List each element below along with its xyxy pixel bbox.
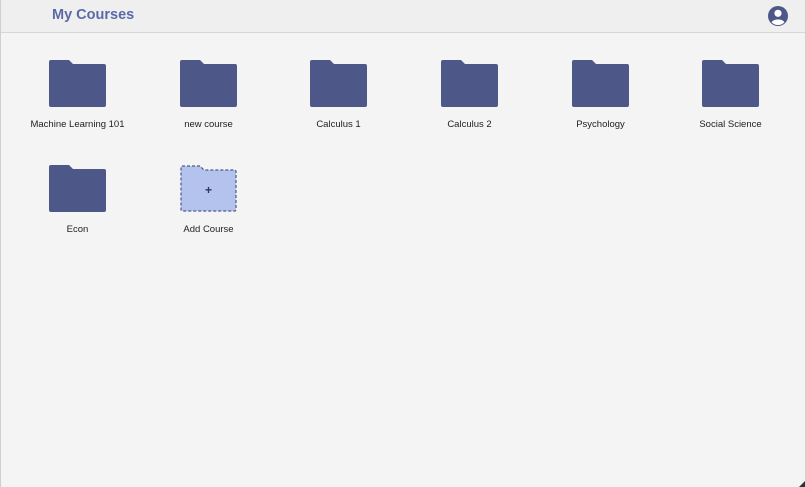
folder-icon <box>49 165 106 212</box>
header-bar: My Courses <box>1 0 805 33</box>
course-card-machine-learning-101[interactable]: Machine Learning 101 <box>16 51 139 143</box>
course-label: Machine Learning 101 <box>30 119 125 130</box>
folder-icon <box>310 60 367 107</box>
course-label: Calculus 2 <box>447 119 492 130</box>
folder-icon <box>702 60 759 107</box>
folder-icon <box>180 60 237 107</box>
page-title: My Courses <box>52 7 135 23</box>
folder-icon <box>441 60 498 107</box>
course-card-calculus-2[interactable]: Calculus 2 <box>408 51 531 143</box>
add-course-button[interactable]: + Add Course <box>147 156 270 248</box>
course-label: Social Science <box>699 119 762 130</box>
course-label: Calculus 1 <box>316 119 361 130</box>
folder-icon <box>572 60 629 107</box>
user-profile-icon[interactable] <box>767 5 789 27</box>
course-label: Econ <box>66 224 89 235</box>
add-course-label: Add Course <box>183 224 234 235</box>
course-card-psychology[interactable]: Psychology <box>539 51 662 143</box>
course-label: Psychology <box>576 119 625 130</box>
course-card-new-course[interactable]: new course <box>147 51 270 143</box>
course-card-social-science[interactable]: Social Science <box>669 51 792 143</box>
course-card-calculus-1[interactable]: Calculus 1 <box>277 51 400 143</box>
add-folder-icon: + <box>180 165 237 212</box>
app-window: My Courses Machine Learning 101 new cour… <box>0 0 806 487</box>
course-label: new course <box>184 119 233 130</box>
resize-handle-icon[interactable] <box>799 481 805 487</box>
folder-icon <box>49 60 106 107</box>
plus-icon: + <box>205 183 212 197</box>
user-circle-icon <box>768 6 788 26</box>
course-card-econ[interactable]: Econ <box>16 156 139 248</box>
